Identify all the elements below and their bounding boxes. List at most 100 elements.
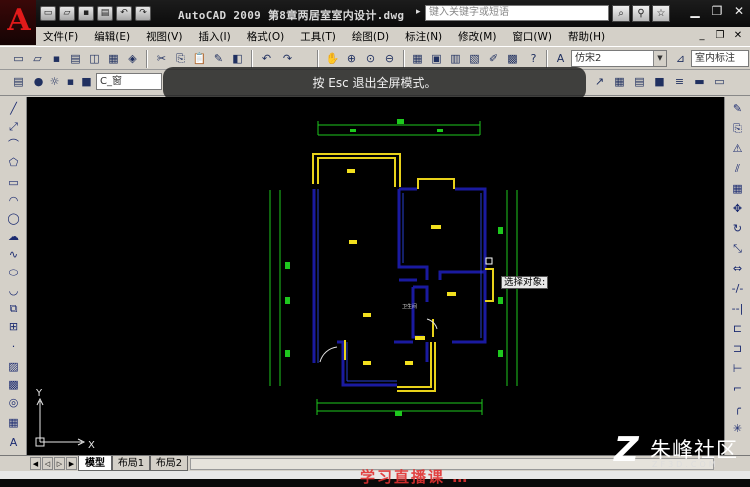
doc-restore-icon[interactable]: ❐ xyxy=(712,28,728,43)
insert-block-icon[interactable]: ⧉ xyxy=(5,301,22,316)
make-block-icon[interactable]: ⊞ xyxy=(5,319,22,334)
qnew-icon[interactable]: ▭ xyxy=(10,50,27,67)
multiline-text-icon[interactable]: A xyxy=(5,435,22,450)
lightbulb-icon[interactable]: ● xyxy=(30,73,47,90)
zoom-previous-icon[interactable]: ⊖ xyxy=(381,50,398,67)
paste-icon[interactable]: 📋 xyxy=(191,50,208,67)
dim-style-icon[interactable]: ⊿ xyxy=(672,50,689,67)
redo-icon[interactable]: ↷ xyxy=(135,6,151,21)
next-tab-icon[interactable]: ▷ xyxy=(54,457,65,470)
zoom-realtime-icon[interactable]: ⊕ xyxy=(343,50,360,67)
last-tab-icon[interactable]: ▶ xyxy=(66,457,77,470)
stretch-icon[interactable]: ⇔ xyxy=(729,261,746,276)
extend-icon[interactable]: --| xyxy=(729,301,746,316)
layer-dropdown[interactable]: C_窗 xyxy=(96,73,162,90)
polygon-icon[interactable]: ⬠ xyxy=(5,155,22,170)
menu-file[interactable]: 文件(F) xyxy=(36,29,87,44)
text-style-icon[interactable]: A xyxy=(552,50,569,67)
region-icon[interactable]: ◎ xyxy=(5,395,22,410)
help-icon[interactable]: ? xyxy=(525,50,542,67)
construction-line-icon[interactable]: ⤢ xyxy=(5,119,22,134)
lock-icon[interactable]: ▪ xyxy=(62,73,79,90)
calculator-icon[interactable]: ▩ xyxy=(504,50,521,67)
menu-edit[interactable]: 编辑(E) xyxy=(87,29,139,44)
plot-icon[interactable]: ▤ xyxy=(67,50,84,67)
ellipse-arc-icon[interactable]: ◡ xyxy=(5,283,22,298)
doc-close-icon[interactable]: ✕ xyxy=(730,28,746,43)
minimize-icon[interactable]: ▁ xyxy=(684,2,706,20)
trim-icon[interactable]: -/- xyxy=(729,281,746,296)
help-search-input[interactable]: 键入关键字或短语 xyxy=(425,5,609,21)
restore-icon[interactable]: ❐ xyxy=(706,2,728,20)
menu-tools[interactable]: 工具(T) xyxy=(293,29,345,44)
revision-cloud-icon[interactable]: ☁ xyxy=(5,229,22,244)
tool-palettes-icon[interactable]: ▥ xyxy=(447,50,464,67)
3d-dwf-icon[interactable]: ◈ xyxy=(124,50,141,67)
cut-icon[interactable]: ✂ xyxy=(153,50,170,67)
erase-icon[interactable]: ✎ xyxy=(729,101,746,116)
properties-icon[interactable]: ▦ xyxy=(409,50,426,67)
text-style-dropdown[interactable]: 仿宋2 ▼ xyxy=(571,50,667,67)
open-file-icon[interactable]: ▱ xyxy=(29,50,46,67)
open-icon[interactable]: ▱ xyxy=(59,6,75,21)
favorites-icon[interactable]: ☆ xyxy=(652,5,670,22)
redo-tool-icon[interactable]: ↷ xyxy=(279,50,296,67)
copy-icon[interactable]: ⎘ xyxy=(172,50,189,67)
line-icon[interactable]: ╱ xyxy=(5,101,22,116)
dim-style-dropdown[interactable]: 室内标注 xyxy=(691,50,749,67)
sheet-set-icon[interactable]: ▧ xyxy=(466,50,483,67)
first-tab-icon[interactable]: ◀ xyxy=(30,457,41,470)
menu-help[interactable]: 帮助(H) xyxy=(561,29,614,44)
properties-color-icon[interactable]: ■ xyxy=(651,73,668,90)
move-icon[interactable]: ✥ xyxy=(729,201,746,216)
match-properties-icon[interactable]: ✎ xyxy=(210,50,227,67)
array-icon[interactable]: ▦ xyxy=(729,181,746,196)
break-icon[interactable]: ⊐ xyxy=(729,341,746,356)
spline-icon[interactable]: ∿ xyxy=(5,247,22,262)
table-style-icon[interactable]: ▦ xyxy=(611,73,628,90)
save-icon[interactable]: ▪ xyxy=(78,6,94,21)
menu-window[interactable]: 窗口(W) xyxy=(505,29,561,44)
mirror-icon[interactable]: ⚠ xyxy=(729,141,746,156)
close-icon[interactable]: ✕ xyxy=(728,2,750,20)
tab-layout2[interactable]: 布局2 xyxy=(150,456,188,471)
app-logo[interactable]: A xyxy=(0,0,36,45)
rectangle-icon[interactable]: ▭ xyxy=(5,175,22,190)
ellipse-icon[interactable]: ⬭ xyxy=(5,265,22,280)
search-icon[interactable]: ⌕ xyxy=(612,5,630,22)
tab-layout1[interactable]: 布局1 xyxy=(112,456,150,471)
sun-icon[interactable]: ☼ xyxy=(46,73,63,90)
doc-minimize-icon[interactable]: _ xyxy=(694,28,710,43)
multileader-icon[interactable]: ↗ xyxy=(591,73,608,90)
chamfer-icon[interactable]: ⌐ xyxy=(729,381,746,396)
menu-view[interactable]: 视图(V) xyxy=(139,29,191,44)
tab-model[interactable]: 模型 xyxy=(78,456,112,471)
join-icon[interactable]: ⊢ xyxy=(729,361,746,376)
plot-style-icon[interactable]: ▤ xyxy=(631,73,648,90)
arc-icon[interactable]: ◠ xyxy=(5,193,22,208)
table-icon[interactable]: ▦ xyxy=(5,415,22,430)
hatch-icon[interactable]: ▨ xyxy=(5,359,22,374)
communication-icon[interactable]: ⚲ xyxy=(632,5,650,22)
new-icon[interactable]: ▭ xyxy=(40,6,56,21)
undo-tool-icon[interactable]: ↶ xyxy=(258,50,275,67)
menu-insert[interactable]: 插入(I) xyxy=(191,29,239,44)
drawing-area[interactable]: 卫生间 Y X xyxy=(27,97,724,455)
lineweight-icon[interactable]: ▬ xyxy=(691,73,708,90)
publish-icon[interactable]: ▦ xyxy=(105,50,122,67)
menu-dimension[interactable]: 标注(N) xyxy=(398,29,451,44)
rotate-icon[interactable]: ↻ xyxy=(729,221,746,236)
break-at-point-icon[interactable]: ⊏ xyxy=(729,321,746,336)
offset-icon[interactable]: ⫽ xyxy=(729,161,746,176)
save-file-icon[interactable]: ▪ xyxy=(48,50,65,67)
plot-style-control-icon[interactable]: ▭ xyxy=(711,73,728,90)
prev-tab-icon[interactable]: ◁ xyxy=(42,457,53,470)
scale-icon[interactable]: ⤡ xyxy=(729,241,746,256)
print-icon[interactable]: ▤ xyxy=(97,6,113,21)
color-swatch-icon[interactable]: ■ xyxy=(78,73,95,90)
zoom-window-icon[interactable]: ⊙ xyxy=(362,50,379,67)
circle-icon[interactable]: ◯ xyxy=(5,211,22,226)
gradient-icon[interactable]: ▩ xyxy=(5,377,22,392)
design-center-icon[interactable]: ▣ xyxy=(428,50,445,67)
menu-modify[interactable]: 修改(M) xyxy=(451,29,505,44)
